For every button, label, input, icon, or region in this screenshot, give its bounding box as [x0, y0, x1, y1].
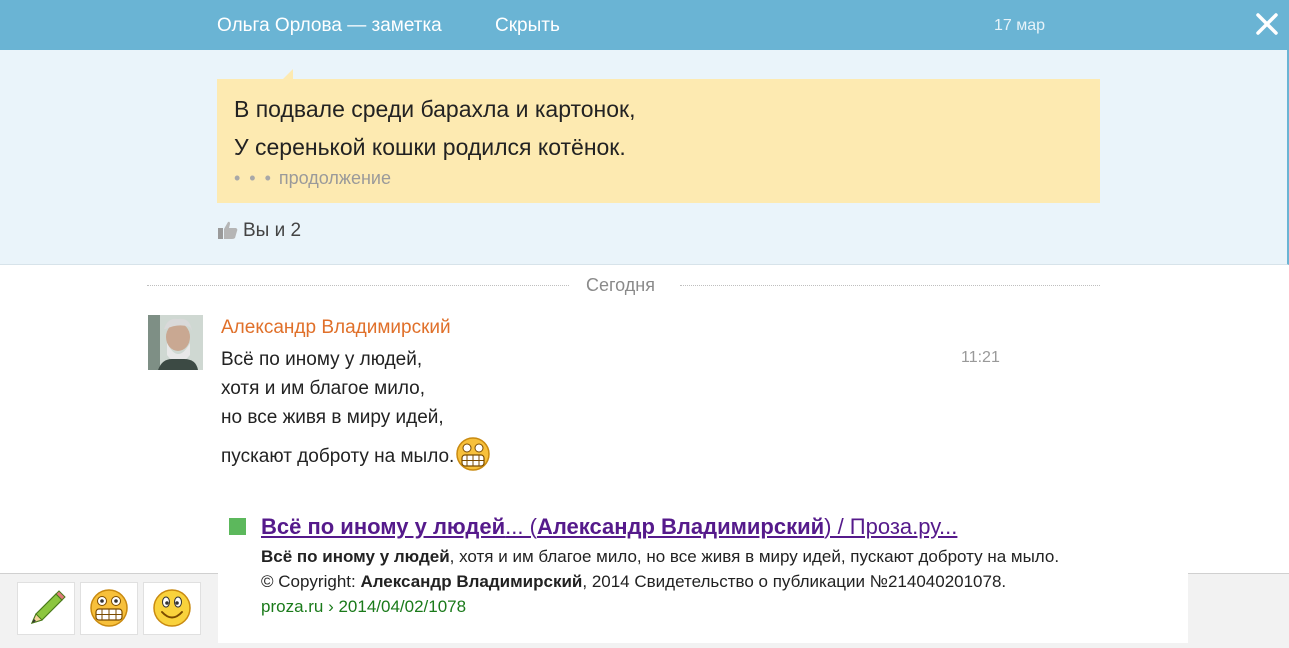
- divider-line: [147, 285, 569, 286]
- copy-part: , 2014 Свидетельство о публикации №21404…: [582, 572, 1007, 591]
- link-part: Александр Владимирский: [536, 514, 825, 539]
- smile-smiley-icon: [153, 589, 191, 627]
- divider-line: [680, 285, 1100, 286]
- message-time: 11:21: [961, 349, 1000, 366]
- note-title[interactable]: Ольга Орлова — заметка: [217, 15, 442, 37]
- note-line: У серенькой кошки родился котёнок.: [234, 134, 626, 160]
- link-part: Всё по иному у людей: [261, 514, 506, 539]
- preview-url[interactable]: proza.ru › 2014/04/02/1078: [261, 597, 466, 617]
- message-line-text: пускают доброту на мыло.: [221, 446, 455, 467]
- note-card: В подвале среди барахла и картонок, У се…: [217, 69, 1100, 203]
- link-part: ... (: [505, 514, 537, 539]
- avatar[interactable]: [148, 315, 203, 370]
- message-line: Всё по иному у людей,: [221, 349, 423, 370]
- thumbs-up-icon: [218, 221, 238, 239]
- grin-smiley-icon: [90, 589, 128, 627]
- green-square-icon: [229, 518, 246, 535]
- close-icon[interactable]: [1254, 11, 1280, 37]
- preview-title-link[interactable]: Всё по иному у людей... (Александр Влади…: [261, 514, 957, 540]
- note-line: В подвале среди барахла и картонок,: [234, 96, 636, 122]
- preview-description: Всё по иному у людей, хотя и им благое м…: [261, 547, 1059, 567]
- message-line: хотя и им благое мило,: [221, 378, 425, 399]
- pencil-icon: [30, 590, 66, 624]
- show-more-label: продолжение: [278, 168, 391, 188]
- grin-smiley-button[interactable]: [80, 582, 138, 635]
- grin-emoji-icon: [456, 437, 491, 471]
- link-part: ) / Проза.ру...: [824, 514, 958, 539]
- date-divider-label: Сегодня: [586, 275, 655, 295]
- message-author[interactable]: Александр Владимирский: [221, 317, 451, 339]
- message-line-last: пускают доброту на мыло.: [221, 436, 491, 472]
- preview-copyright: © Copyright: Александр Владимирский, 201…: [261, 572, 1006, 592]
- show-more-link[interactable]: • • • продолжение: [234, 168, 391, 189]
- message-line: но все живя в миру идей,: [221, 407, 444, 428]
- smile-smiley-button[interactable]: [143, 582, 201, 635]
- pencil-button[interactable]: [17, 582, 75, 635]
- hide-button[interactable]: Скрыть: [495, 15, 560, 37]
- header-bar: Ольга Орлова — заметка Скрыть 17 мар: [0, 0, 1289, 50]
- copy-author: Александр Владимирский: [360, 572, 583, 591]
- more-dots: • • •: [234, 168, 273, 188]
- note-date: 17 мар: [994, 17, 1046, 34]
- desc-bold: Всё по иному у людей: [261, 547, 450, 566]
- link-preview-card: Всё по иному у людей... (Александр Влади…: [218, 505, 1188, 643]
- desc-rest: , хотя и им благое мило, но все живя в м…: [449, 547, 1060, 566]
- copy-part: © Copyright:: [261, 572, 361, 591]
- likes-count: Вы и 2: [243, 220, 302, 241]
- avatar-photo: [148, 315, 203, 370]
